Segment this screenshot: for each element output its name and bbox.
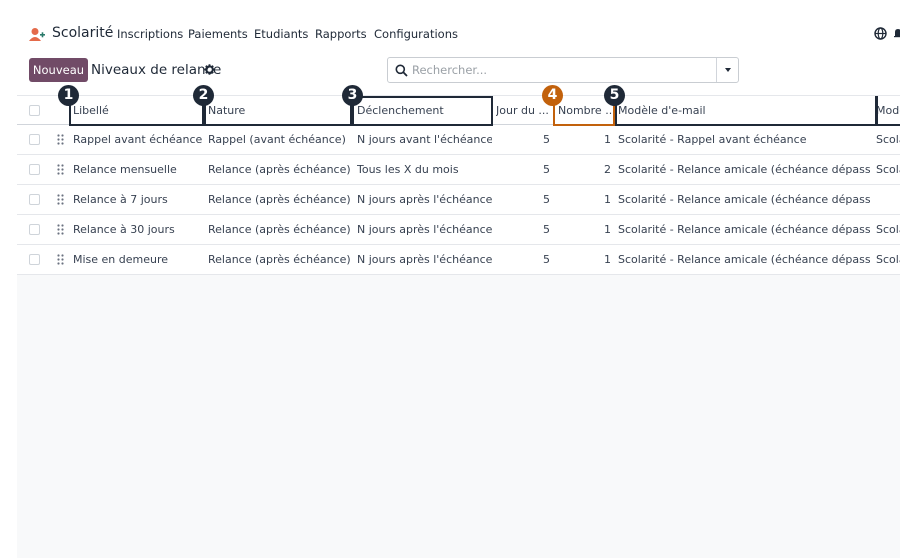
cell-modele-email: Scolarité - Relance amicale (échéance dé… xyxy=(618,163,870,176)
step-marker-2: 2 xyxy=(193,85,214,106)
step-marker-4: 4 xyxy=(542,85,563,106)
cell-nature: Relance (après échéance) xyxy=(208,193,351,206)
cell-declenchement: N jours après l'échéance xyxy=(357,193,492,206)
step-marker-1: 1 xyxy=(58,85,79,106)
search-options-toggle[interactable] xyxy=(717,58,739,82)
row-checkbox[interactable] xyxy=(29,224,40,235)
highlight-column-declenchement xyxy=(352,96,493,126)
cell-declenchement: N jours après l'échéance xyxy=(357,223,492,236)
gear-icon[interactable] xyxy=(204,64,215,75)
chevron-down-icon xyxy=(725,68,731,72)
cell-libelle: Rappel avant échéance xyxy=(73,133,203,146)
search-input[interactable] xyxy=(412,61,712,79)
row-checkbox[interactable] xyxy=(29,254,40,265)
globe-icon[interactable] xyxy=(874,27,887,40)
cell-modele-extra: Scola xyxy=(876,163,900,176)
highlight-column-modele-email xyxy=(615,96,877,126)
table-row[interactable]: Relance mensuelle Relance (après échéance… xyxy=(17,155,900,185)
table-row[interactable]: Relance à 30 jours Relance (après échéanc… xyxy=(17,215,900,245)
table-row[interactable]: Rappel avant échéance Rappel (avant échéa… xyxy=(17,125,900,155)
cell-nature: Rappel (avant échéance) xyxy=(208,133,346,146)
menu-item-rapports[interactable]: Rapports xyxy=(315,27,367,41)
row-checkbox[interactable] xyxy=(29,194,40,205)
cell-nature: Relance (après échéance) xyxy=(208,253,351,266)
table-row[interactable]: Mise en demeure Relance (après échéance) N… xyxy=(17,245,900,275)
cell-libelle: Relance à 7 jours xyxy=(73,193,168,206)
row-checkbox[interactable] xyxy=(29,134,40,145)
select-all-checkbox[interactable] xyxy=(29,105,40,116)
drag-handle-icon[interactable] xyxy=(57,134,64,145)
cell-libelle: Relance mensuelle xyxy=(73,163,177,176)
step-marker-3: 3 xyxy=(342,85,363,106)
menu-item-etudiants[interactable]: Etudiants xyxy=(254,27,308,41)
new-button[interactable]: Nouveau xyxy=(29,58,88,82)
highlight-column-nature xyxy=(204,96,352,126)
cell-modele-email: Scolarité - Relance amicale (échéance dé… xyxy=(618,253,870,266)
cell-modele-extra: Scola xyxy=(876,253,900,266)
search-icon xyxy=(395,64,408,77)
menu-item-configurations[interactable]: Configurations xyxy=(374,27,458,41)
cell-nombre: 1 xyxy=(604,223,611,236)
cell-nombre: 1 xyxy=(604,193,611,206)
page-title: Niveaux de relance xyxy=(91,62,222,78)
cell-modele-email: Scolarité - Rappel avant échéance xyxy=(618,133,807,146)
cell-modele-email: Scolarité - Relance amicale (échéance dé… xyxy=(618,193,870,206)
cell-nombre: 1 xyxy=(604,133,611,146)
cell-modele-extra: Scola xyxy=(876,223,900,236)
cell-jour: 5 xyxy=(543,163,550,176)
drag-handle-icon[interactable] xyxy=(57,254,64,265)
drag-handle-icon[interactable] xyxy=(57,224,64,235)
cell-jour: 5 xyxy=(543,253,550,266)
cell-jour: 5 xyxy=(543,193,550,206)
drag-handle-icon[interactable] xyxy=(57,164,64,175)
cell-nombre: 1 xyxy=(604,253,611,266)
cell-nombre: 2 xyxy=(604,163,611,176)
cell-declenchement: N jours avant l'échéance xyxy=(357,133,492,146)
menu-item-inscriptions[interactable]: Inscriptions xyxy=(117,27,183,41)
cell-modele-email: Scolarité - Relance amicale (échéance dé… xyxy=(618,223,870,236)
cell-nature: Relance (après échéance) xyxy=(208,223,351,236)
bell-icon[interactable] xyxy=(894,28,900,39)
cell-nature: Relance (après échéance) xyxy=(208,163,351,176)
highlight-column-extra xyxy=(876,96,900,126)
cell-modele-extra: Scola xyxy=(876,133,900,146)
table-row[interactable]: Relance à 7 jours Relance (après échéance… xyxy=(17,185,900,215)
table-body: Rappel avant échéance Rappel (avant échéa… xyxy=(17,125,900,275)
search-bar xyxy=(387,57,739,83)
step-marker-5: 5 xyxy=(604,85,625,106)
cell-declenchement: Tous les X du mois xyxy=(357,163,459,176)
menu-item-paiements[interactable]: Paiements xyxy=(188,27,248,41)
cell-modele-extra xyxy=(876,185,900,215)
row-checkbox[interactable] xyxy=(29,164,40,175)
cell-jour: 5 xyxy=(543,223,550,236)
cell-jour: 5 xyxy=(543,133,550,146)
drag-handle-icon[interactable] xyxy=(57,194,64,205)
app-name[interactable]: Scolarité xyxy=(52,25,113,41)
highlight-column-libelle xyxy=(69,96,204,126)
cell-libelle: Relance à 30 jours xyxy=(73,223,175,236)
person-plus-icon[interactable] xyxy=(29,27,45,41)
cell-declenchement: N jours après l'échéance xyxy=(357,253,492,266)
cell-libelle: Mise en demeure xyxy=(73,253,169,266)
